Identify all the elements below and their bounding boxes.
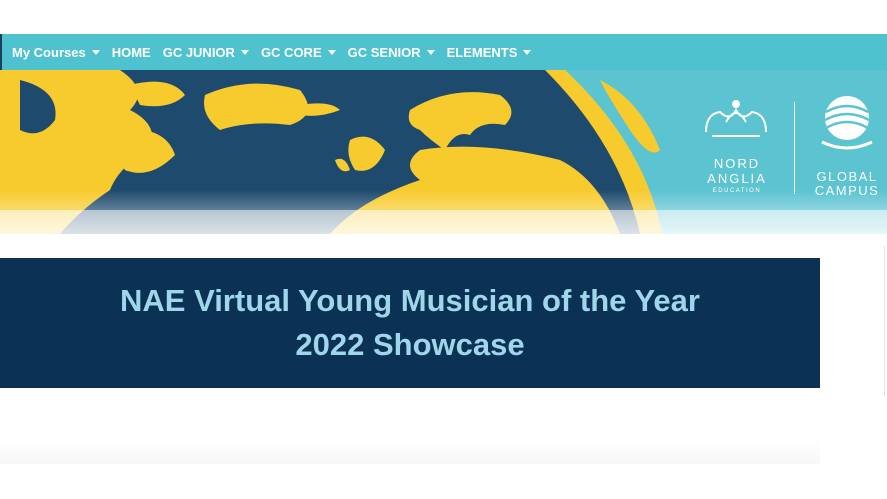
nord-anglia-logo: NORD ANGLIA EDUCATION xyxy=(697,156,777,194)
nav-gc-senior-label: GC SENIOR xyxy=(347,44,421,60)
nav-elements[interactable]: ELEMENTS xyxy=(447,45,532,60)
content-edge-divider xyxy=(884,246,885,396)
nav-my-courses-label: My Courses xyxy=(12,44,86,60)
nav-gc-senior[interactable]: GC SENIOR xyxy=(348,45,435,60)
chevron-down-icon xyxy=(327,50,336,55)
chevron-down-icon xyxy=(240,50,249,55)
content-shadow xyxy=(0,440,820,464)
logo-divider xyxy=(794,102,795,194)
nord-anglia-logo-line1: NORD xyxy=(713,156,761,171)
nav-my-courses[interactable]: My Courses xyxy=(12,45,100,60)
nav-gc-core[interactable]: GC CORE xyxy=(261,45,336,60)
main-navbar: My Courses HOME GC JUNIOR GC CORE GC SEN… xyxy=(0,34,887,70)
chevron-down-icon xyxy=(91,50,100,55)
chevron-down-icon xyxy=(523,50,532,55)
global-campus-logo: GLOBAL CAMPUS xyxy=(808,170,886,198)
chevron-down-icon xyxy=(426,50,435,55)
nord-anglia-logo-line3: EDUCATION xyxy=(712,188,762,194)
showcase-title-banner: NAE Virtual Young Musician of the Year 2… xyxy=(0,258,820,388)
nav-gc-junior-label: GC JUNIOR xyxy=(162,44,235,60)
nav-gc-core-label: GC CORE xyxy=(260,44,322,60)
nav-elements-label: ELEMENTS xyxy=(446,44,518,60)
nav-home-label: HOME xyxy=(111,44,151,60)
nord-anglia-logo-line2: ANGLIA xyxy=(707,171,767,186)
header-banner xyxy=(0,70,887,234)
nav-gc-junior[interactable]: GC JUNIOR xyxy=(163,45,249,60)
page-title-line2: 2022 Showcase xyxy=(295,327,525,362)
global-campus-logo-line1: GLOBAL xyxy=(816,169,878,184)
globe-map-illustration xyxy=(0,70,887,234)
nav-home[interactable]: HOME xyxy=(112,45,151,60)
page-title-line1: NAE Virtual Young Musician of the Year xyxy=(120,283,700,318)
global-campus-logo-line2: CAMPUS xyxy=(814,183,880,198)
